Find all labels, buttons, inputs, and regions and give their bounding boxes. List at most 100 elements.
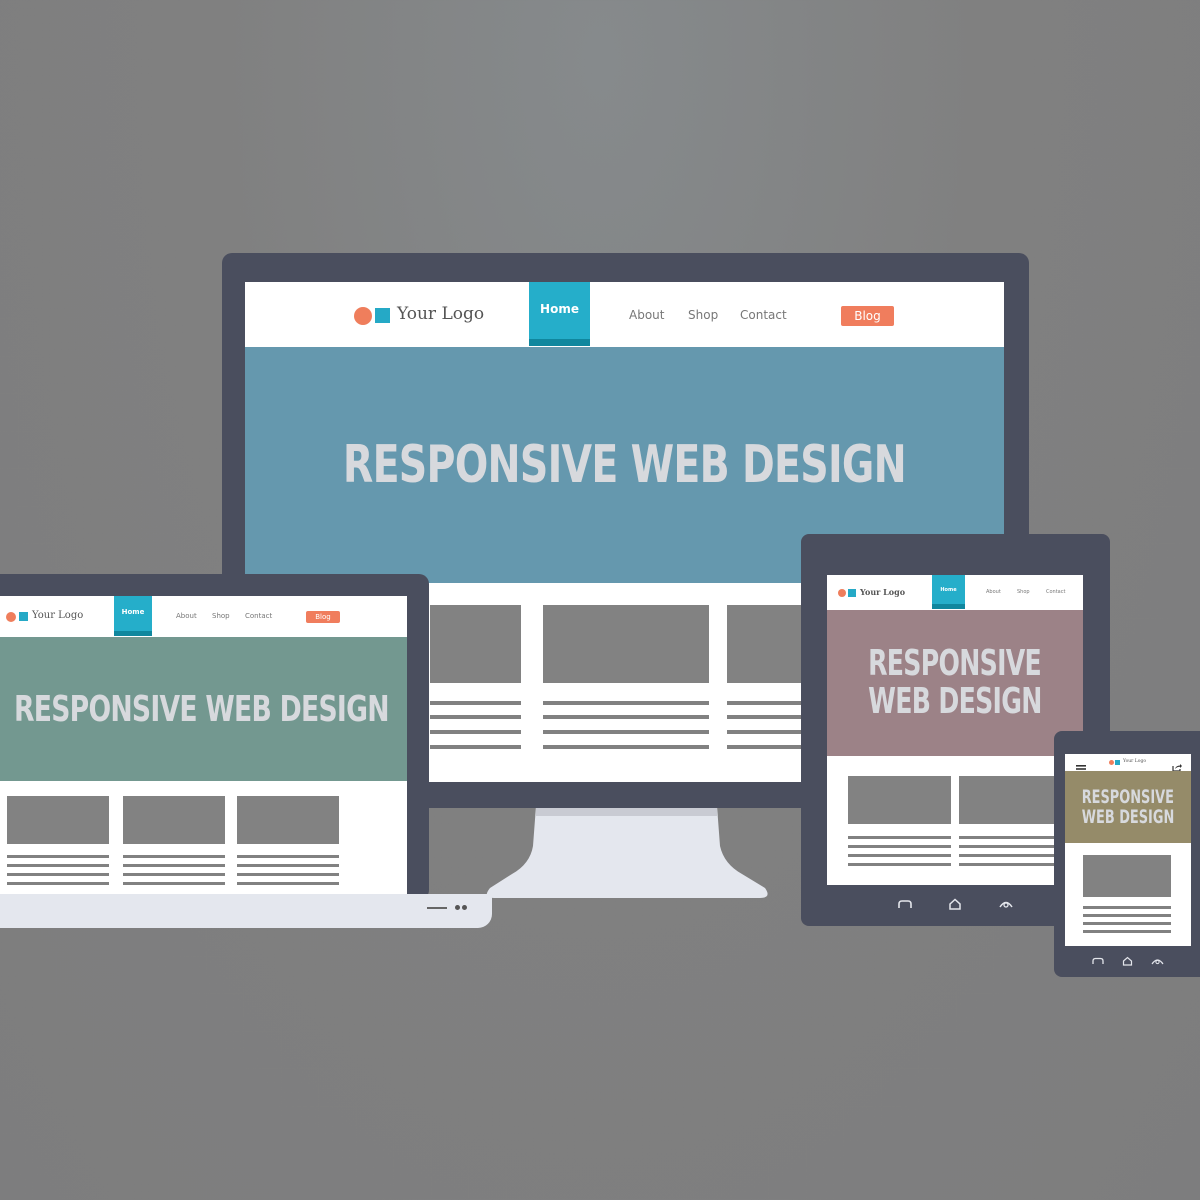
home-icon[interactable]: [1122, 956, 1133, 966]
laptop-indicator-light: [462, 905, 467, 910]
logo-text[interactable]: Your Logo: [860, 587, 905, 597]
content-image-placeholder: [237, 796, 339, 844]
nav-contact-link[interactable]: Contact: [1046, 589, 1065, 595]
nav-home-tab[interactable]: Home: [114, 596, 152, 636]
phone-hero-line-1: RESPONSIVE: [1081, 786, 1175, 808]
logo-text[interactable]: Your Logo: [32, 610, 83, 621]
text-line-placeholder: [543, 701, 709, 705]
logo-text[interactable]: Your Logo: [397, 304, 484, 324]
nav-shop-link[interactable]: Shop: [688, 308, 718, 322]
content-image-placeholder: [959, 776, 1062, 824]
content-image-placeholder: [430, 605, 521, 683]
content-image-placeholder: [7, 796, 109, 844]
monitor-stand: [486, 806, 768, 898]
content-image-placeholder: [1083, 855, 1171, 897]
content-image-placeholder: [727, 605, 807, 683]
text-line-placeholder: [430, 730, 521, 734]
tablet-navbar: Your Logo Home About Shop Contact: [827, 575, 1083, 609]
text-line-placeholder: [430, 745, 521, 749]
tablet-hero-line-2: WEB DESIGN: [868, 681, 1042, 722]
text-line-placeholder: [959, 845, 1062, 848]
nav-home-label: Home: [121, 608, 145, 616]
text-line-placeholder: [123, 882, 225, 885]
laptop-navbar: Your Logo Home About Shop Contact Blog: [0, 596, 407, 636]
content-image-placeholder: [543, 605, 709, 683]
back-icon[interactable]: [1092, 957, 1104, 965]
laptop-slot-icon: [427, 907, 447, 909]
active-tab-indicator: [932, 604, 965, 609]
text-line-placeholder: [430, 715, 521, 719]
laptop-base: [0, 894, 492, 928]
active-tab-indicator: [529, 339, 590, 346]
text-line-placeholder: [959, 836, 1062, 839]
logo-circle-icon: [6, 612, 16, 622]
text-line-placeholder: [7, 873, 109, 876]
text-line-placeholder: [237, 882, 339, 885]
logo-circle-icon: [1109, 760, 1114, 765]
text-line-placeholder: [848, 836, 951, 839]
text-line-placeholder: [1083, 930, 1171, 933]
text-line-placeholder: [848, 863, 951, 866]
text-line-placeholder: [1083, 922, 1171, 925]
phone-screen: Your Logo RESPONSIVE WEB DESIGN: [1065, 754, 1191, 946]
logo-square-icon: [375, 308, 390, 323]
desktop-hero-title: RESPONSIVE WEB DESIGN: [342, 435, 907, 495]
nav-home-tab[interactable]: Home: [529, 282, 590, 346]
text-line-placeholder: [123, 864, 225, 867]
text-line-placeholder: [727, 730, 807, 734]
nav-shop-link[interactable]: Shop: [1017, 589, 1030, 595]
tablet-screen: Your Logo Home About Shop Contact RESPON…: [827, 575, 1083, 885]
content-image-placeholder: [848, 776, 951, 824]
laptop-hero-title: RESPONSIVE WEB DESIGN: [14, 688, 389, 730]
back-icon[interactable]: [897, 899, 913, 909]
active-tab-indicator: [114, 631, 152, 636]
text-line-placeholder: [727, 715, 807, 719]
text-line-placeholder: [959, 863, 1062, 866]
laptop-screen: Your Logo Home About Shop Contact Blog R…: [0, 596, 407, 896]
tablet-hero-banner: RESPONSIVE WEB DESIGN: [827, 610, 1083, 756]
nav-home-label: Home: [940, 587, 957, 593]
text-line-placeholder: [237, 873, 339, 876]
text-line-placeholder: [7, 855, 109, 858]
blog-button[interactable]: Blog: [841, 306, 894, 326]
text-line-placeholder: [430, 701, 521, 705]
nav-about-link[interactable]: About: [629, 308, 664, 322]
nav-contact-link[interactable]: Contact: [245, 612, 272, 620]
desktop-navbar: Your Logo Home About Shop Contact Blog: [245, 282, 1004, 346]
blog-button[interactable]: Blog: [306, 611, 340, 623]
text-line-placeholder: [7, 864, 109, 867]
text-line-placeholder: [237, 855, 339, 858]
logo-circle-icon: [838, 589, 846, 597]
nav-contact-link[interactable]: Contact: [740, 308, 787, 322]
text-line-placeholder: [123, 855, 225, 858]
text-line-placeholder: [848, 854, 951, 857]
phone-hero-line-2: WEB DESIGN: [1081, 806, 1175, 828]
text-line-placeholder: [848, 845, 951, 848]
text-line-placeholder: [727, 745, 807, 749]
phone-hero-banner: RESPONSIVE WEB DESIGN: [1065, 771, 1191, 843]
text-line-placeholder: [959, 854, 1062, 857]
text-line-placeholder: [727, 701, 807, 705]
nav-about-link[interactable]: About: [176, 612, 197, 620]
home-icon[interactable]: [948, 898, 962, 910]
text-line-placeholder: [123, 873, 225, 876]
phone-navbar: Your Logo: [1065, 754, 1191, 773]
tablet-hero-line-1: RESPONSIVE: [868, 643, 1042, 684]
nav-home-tab[interactable]: Home: [932, 575, 965, 609]
nav-shop-link[interactable]: Shop: [212, 612, 230, 620]
text-line-placeholder: [7, 882, 109, 885]
text-line-placeholder: [543, 715, 709, 719]
logo-square-icon: [848, 589, 856, 597]
content-image-placeholder: [123, 796, 225, 844]
logo-square-icon: [19, 612, 28, 621]
recent-apps-icon[interactable]: [998, 899, 1014, 909]
recent-apps-icon[interactable]: [1151, 957, 1164, 965]
nav-about-link[interactable]: About: [986, 589, 1001, 595]
text-line-placeholder: [237, 864, 339, 867]
logo-square-icon: [1115, 760, 1120, 765]
nav-home-label: Home: [540, 302, 579, 316]
laptop-indicator-light: [455, 905, 460, 910]
logo-text[interactable]: Your Logo: [1123, 759, 1146, 764]
text-line-placeholder: [1083, 906, 1171, 909]
logo-circle-icon: [354, 307, 372, 325]
